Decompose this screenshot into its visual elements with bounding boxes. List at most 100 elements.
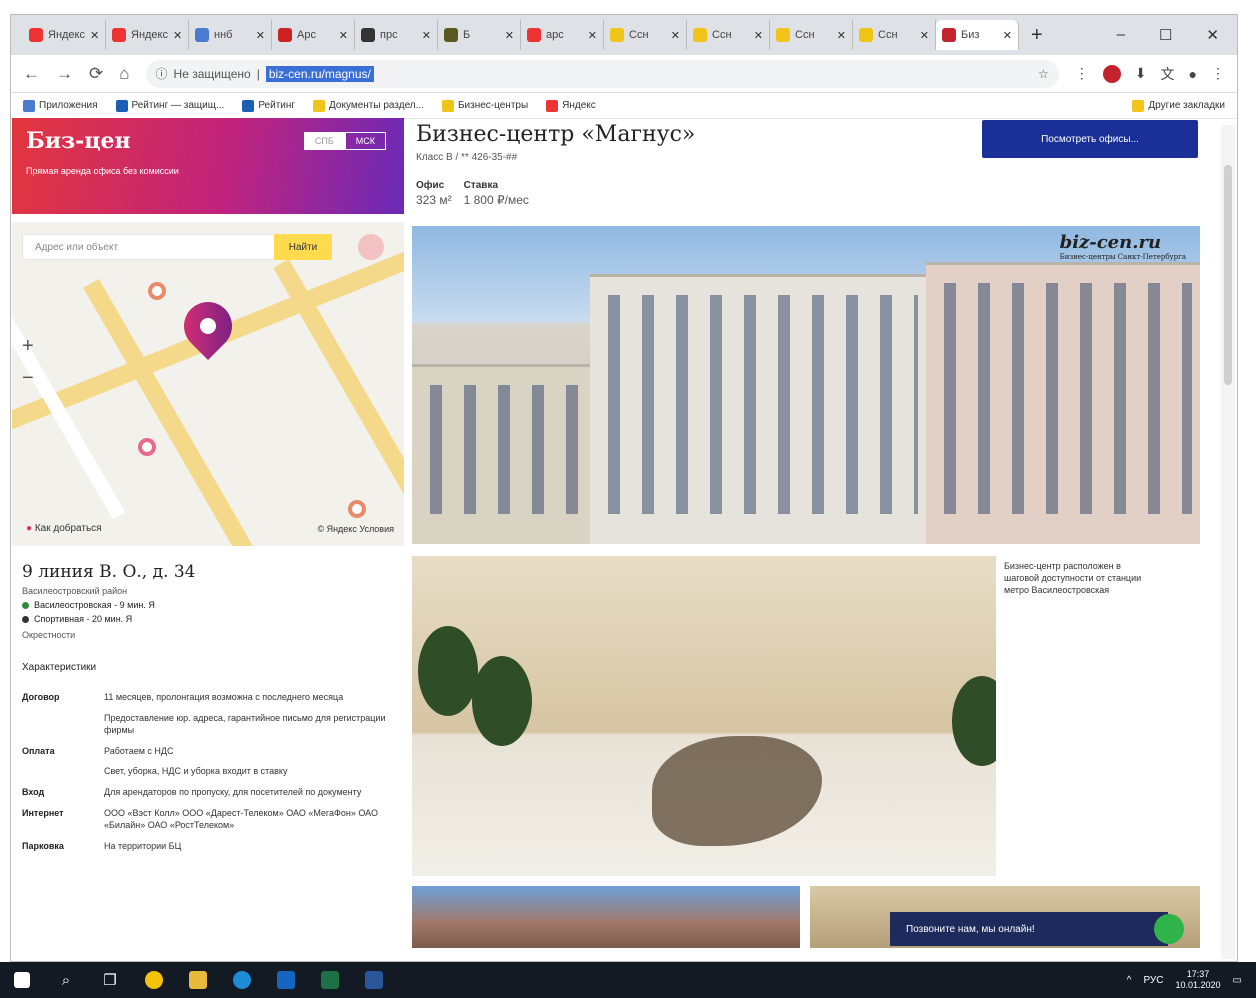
maximize-button[interactable]: ☐ bbox=[1159, 26, 1172, 44]
tab-close-icon[interactable]: ✕ bbox=[90, 29, 99, 42]
poi-marker[interactable] bbox=[348, 500, 366, 518]
tab-close-icon[interactable]: ✕ bbox=[837, 29, 846, 42]
bookmark-item[interactable]: Рейтинг — защищ... bbox=[115, 99, 224, 112]
yandex-icon[interactable] bbox=[358, 234, 384, 260]
yandex-credit[interactable]: © Яндекс Условия bbox=[317, 524, 394, 534]
bookmarks-bar: Приложения Рейтинг — защищ... Рейтинг Докум… bbox=[11, 93, 1237, 119]
tab-close-icon[interactable]: ✕ bbox=[588, 29, 597, 42]
map-search-button[interactable]: Найти bbox=[274, 234, 332, 260]
star-icon[interactable]: ☆ bbox=[1038, 67, 1049, 81]
tab-close-icon[interactable]: ✕ bbox=[1003, 29, 1012, 42]
courtyard-photo[interactable] bbox=[412, 556, 996, 876]
zoom-in-button[interactable]: + bbox=[22, 330, 34, 362]
tree bbox=[472, 656, 532, 746]
map-road bbox=[273, 258, 404, 546]
bookmark-item[interactable]: Бизнес-центры bbox=[441, 99, 528, 112]
tab-label: Арс bbox=[297, 29, 316, 41]
browser-tab[interactable]: Ссн ✕ bbox=[604, 20, 687, 50]
building-class: Класс B / ** 426-35-## bbox=[416, 152, 518, 163]
tab-close-icon[interactable]: ✕ bbox=[920, 29, 929, 42]
table-row: Договор 11 месяцев, пролонгация возможна … bbox=[22, 691, 394, 704]
city-msk-button[interactable]: МСК bbox=[344, 132, 386, 150]
table-row: Интернет ООО «Вэст Колл» ООО «Дарест-Теле… bbox=[22, 807, 394, 832]
reload-icon[interactable]: ⟳ bbox=[89, 64, 103, 84]
bookmark-item[interactable]: Документы раздел... bbox=[313, 99, 424, 112]
download-icon[interactable]: ⬇ bbox=[1135, 65, 1147, 82]
minimize-button[interactable]: – bbox=[1117, 26, 1125, 44]
clock[interactable]: 17:37 10.01.2020 bbox=[1176, 969, 1221, 991]
home-icon[interactable]: ⌂ bbox=[119, 64, 129, 84]
tab-close-icon[interactable]: ✕ bbox=[422, 29, 431, 42]
gallery-thumbnail[interactable] bbox=[412, 886, 800, 948]
browser-tab[interactable]: прс ✕ bbox=[355, 20, 438, 50]
tab-close-icon[interactable]: ✕ bbox=[754, 29, 763, 42]
browser-tab[interactable]: Ссн ✕ bbox=[770, 20, 853, 50]
row-value: На территории БЦ bbox=[104, 840, 182, 851]
district: Василеостровский район bbox=[22, 586, 128, 596]
poi-marker[interactable] bbox=[138, 438, 156, 456]
bookmark-item[interactable]: Яндекс bbox=[546, 99, 596, 112]
forward-icon[interactable]: → bbox=[56, 64, 73, 84]
bookmark-item[interactable]: Приложения bbox=[23, 99, 98, 112]
address-bar[interactable]: ⓘ Не защищено | biz-cen.ru/magnus/ ☆ bbox=[145, 59, 1059, 88]
outlook-icon[interactable] bbox=[264, 962, 308, 998]
browser-tab[interactable]: Биз ✕ bbox=[936, 20, 1019, 50]
close-button[interactable]: ✕ bbox=[1206, 26, 1219, 44]
nearby-link[interactable]: Окрестности bbox=[22, 630, 394, 640]
building-photo[interactable]: biz-cen.ru Бизнес-центры Санкт-Петербурга bbox=[412, 226, 1200, 544]
browser-toolbar: ← → ⟳ ⌂ ⓘ Не защищено | biz-cen.ru/magnu… bbox=[11, 55, 1237, 93]
row-key bbox=[22, 712, 104, 737]
back-icon[interactable]: ← bbox=[23, 64, 40, 84]
tab-close-icon[interactable]: ✕ bbox=[339, 29, 348, 42]
notifications-icon[interactable]: ▭ bbox=[1233, 975, 1242, 986]
bookmark-item[interactable]: Рейтинг bbox=[242, 99, 295, 112]
extension-icon[interactable]: ⋮ bbox=[1075, 65, 1089, 82]
browser-tab[interactable]: арс ✕ bbox=[521, 20, 604, 50]
table-row: Вход Для арендаторов по пропуску, для пос… bbox=[22, 786, 394, 799]
browser-tab[interactable]: Арс ✕ bbox=[272, 20, 355, 50]
chat-icon[interactable] bbox=[1154, 914, 1184, 944]
characteristics-table: Договор 11 месяцев, пролонгация возможна … bbox=[22, 691, 394, 852]
explorer-icon[interactable] bbox=[176, 962, 220, 998]
poi-marker[interactable] bbox=[148, 282, 166, 300]
other-bookmarks[interactable]: Другие закладки bbox=[1132, 99, 1225, 112]
profile-icon[interactable]: ● bbox=[1189, 66, 1197, 82]
how-to-get-link[interactable]: ● Как добраться bbox=[26, 523, 102, 534]
city-spb-button[interactable]: СПБ bbox=[303, 132, 345, 150]
language-indicator[interactable]: РУС bbox=[1143, 975, 1163, 986]
menu-icon[interactable]: ⋮ bbox=[1211, 65, 1225, 82]
skype-icon[interactable] bbox=[220, 962, 264, 998]
task-view-icon[interactable]: ❐ bbox=[88, 962, 132, 998]
tab-label: Ссн bbox=[629, 29, 649, 41]
scrollbar-thumb[interactable] bbox=[1224, 165, 1232, 385]
browser-tab[interactable]: Ссн ✕ bbox=[687, 20, 770, 50]
new-tab-button[interactable]: + bbox=[1031, 24, 1043, 47]
chrome-icon[interactable] bbox=[132, 962, 176, 998]
translate-icon[interactable]: 文 bbox=[1161, 64, 1175, 84]
tab-close-icon[interactable]: ✕ bbox=[505, 29, 514, 42]
tray-chevron-icon[interactable]: ^ bbox=[1127, 975, 1132, 986]
search-icon[interactable]: ⌕ bbox=[44, 962, 88, 998]
page-scrollbar[interactable] bbox=[1221, 125, 1235, 959]
opera-extension-icon[interactable] bbox=[1102, 64, 1121, 83]
chat-widget[interactable]: Позвоните нам, мы онлайн! bbox=[890, 912, 1184, 946]
browser-tab[interactable]: Б ✕ bbox=[438, 20, 521, 50]
tab-close-icon[interactable]: ✕ bbox=[173, 29, 182, 42]
tab-close-icon[interactable]: ✕ bbox=[256, 29, 265, 42]
map[interactable]: Адрес или объект Найти + − ● Как добрать… bbox=[12, 222, 404, 546]
view-offices-button[interactable]: Посмотреть офисы... bbox=[982, 120, 1198, 158]
address-line: 9 линия В. О., д. 34 bbox=[22, 562, 196, 582]
table-row: Оплата Работаем с НДС bbox=[22, 745, 394, 758]
url-text[interactable]: biz-cen.ru/magnus/ bbox=[265, 65, 374, 82]
excel-icon[interactable] bbox=[308, 962, 352, 998]
info-icon[interactable]: ⓘ bbox=[156, 65, 168, 82]
tab-close-icon[interactable]: ✕ bbox=[671, 29, 680, 42]
start-button[interactable] bbox=[0, 962, 44, 998]
browser-tab[interactable]: ннб ✕ bbox=[189, 20, 272, 50]
browser-tab[interactable]: Яндекс ✕ bbox=[106, 20, 189, 50]
browser-tab[interactable]: Яндекс ✕ bbox=[23, 20, 106, 50]
taskbar: ⌕ ❐ ^ РУС 17:37 10.01.2020 ▭ bbox=[0, 962, 1256, 998]
zoom-out-button[interactable]: − bbox=[22, 362, 34, 394]
browser-tab[interactable]: Ссн ✕ bbox=[853, 20, 936, 50]
word-icon[interactable] bbox=[352, 962, 396, 998]
